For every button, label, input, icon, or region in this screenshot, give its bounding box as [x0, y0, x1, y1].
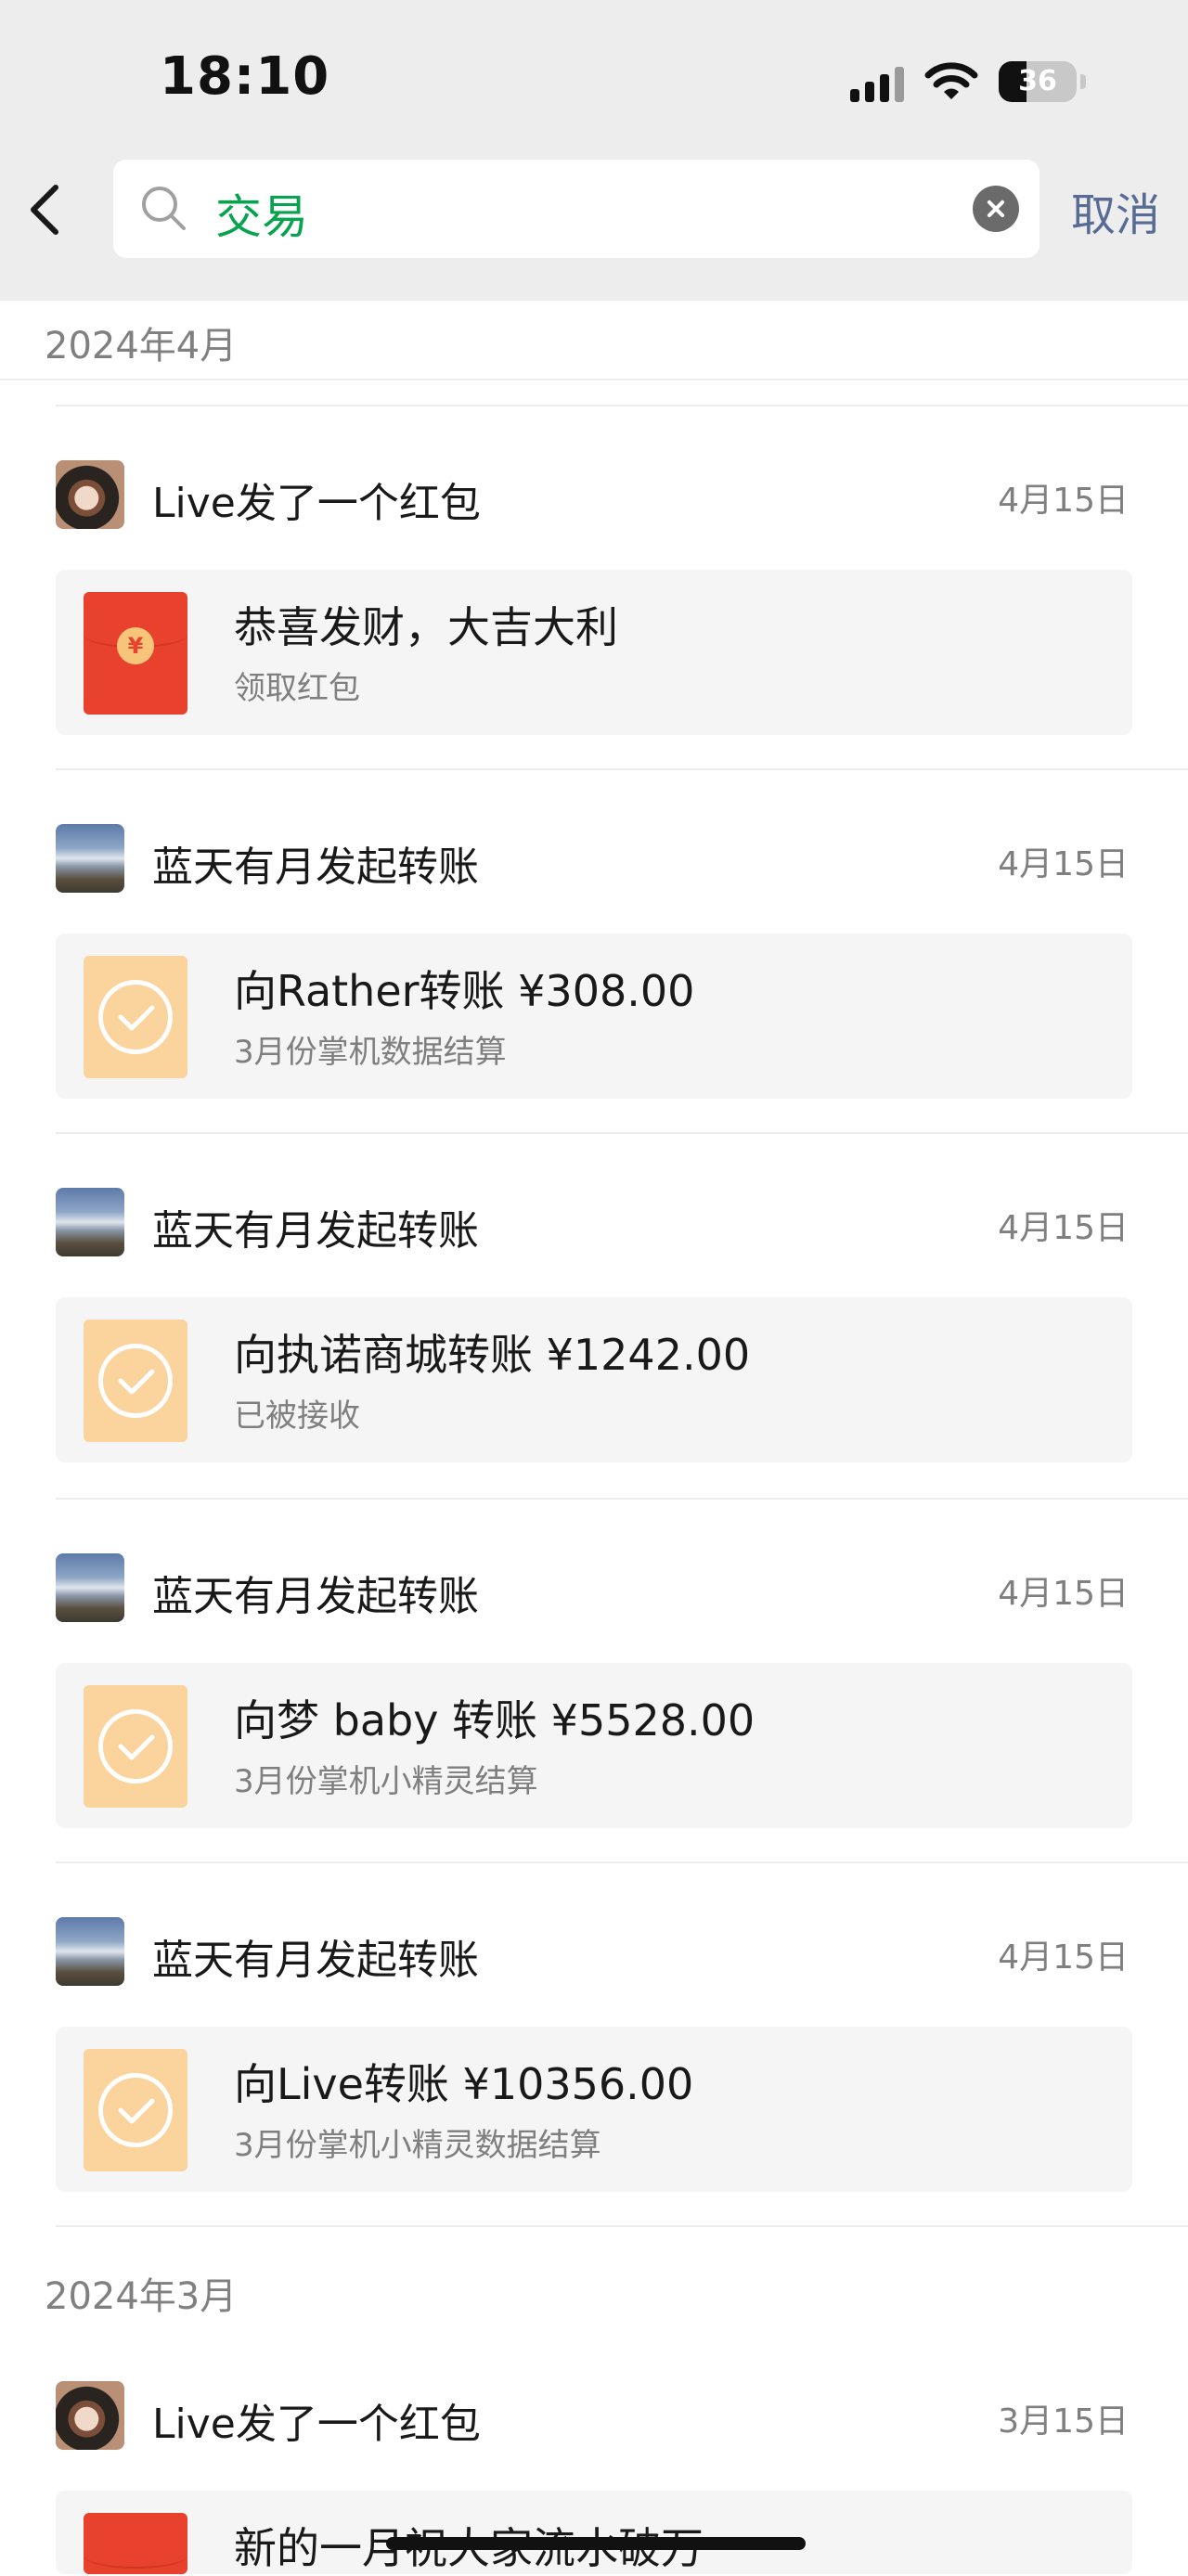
transfer-card[interactable]: 向执诺商城转账 ¥1242.00 已被接收 [56, 1297, 1132, 1462]
status-icons: 36 [850, 58, 1086, 106]
clear-search-icon[interactable] [973, 186, 1019, 232]
transfer-check-icon [84, 1685, 187, 1808]
transfer-check-icon [84, 956, 187, 1078]
transfer-check-icon [84, 2049, 187, 2171]
item-date: 4月15日 [998, 1938, 1129, 1977]
transfer-check-icon [84, 1320, 187, 1442]
red-packet-icon: ¥ [84, 592, 187, 715]
item-date: 4月15日 [998, 482, 1129, 520]
divider [56, 768, 1188, 770]
cancel-button[interactable]: 取消 [1071, 178, 1160, 243]
item-date: 4月15日 [998, 845, 1129, 883]
back-button[interactable] [22, 176, 67, 243]
item-date: 4月15日 [998, 1209, 1129, 1247]
search-query: 交易 [215, 190, 308, 244]
avatar [56, 1917, 124, 1986]
battery-percent: 36 [1018, 65, 1057, 97]
divider [56, 2225, 1188, 2227]
section-header: 2024年3月 [45, 2275, 238, 2318]
card-title: 向Live转账 ¥10356.00 [234, 2059, 694, 2109]
red-packet-card[interactable]: ¥ 恭喜发财，大吉大利 领取红包 [56, 570, 1132, 735]
card-title: 向Rather转账 ¥308.00 [234, 966, 695, 1016]
item-title: 蓝天有月发起转账 [152, 1573, 479, 1620]
cellular-signal-icon [850, 61, 904, 102]
card-title: 向梦 baby 转账 ¥5528.00 [234, 1695, 755, 1745]
top-bar: 18:10 36 交易 取消 [0, 0, 1188, 301]
red-packet-icon [84, 2513, 187, 2574]
card-subtitle: 领取红包 [234, 670, 360, 707]
item-title: Live发了一个红包 [152, 2401, 481, 2448]
avatar [56, 1553, 124, 1622]
item-date: 3月15日 [998, 2402, 1129, 2441]
transfer-card[interactable]: 向Rather转账 ¥308.00 3月份掌机数据结算 [56, 934, 1132, 1099]
item-title: 蓝天有月发起转账 [152, 1207, 479, 1255]
card-title: 恭喜发财，大吉大利 [234, 602, 618, 652]
card-subtitle: 3月份掌机小精灵数据结算 [234, 2127, 601, 2164]
avatar [56, 2381, 124, 2450]
battery-icon: 36 [999, 61, 1086, 102]
chevron-left-icon [31, 185, 58, 235]
divider [0, 379, 1188, 380]
item-title: 蓝天有月发起转账 [152, 844, 479, 891]
transfer-card[interactable]: 向Live转账 ¥10356.00 3月份掌机小精灵数据结算 [56, 2027, 1132, 2192]
item-date: 4月15日 [998, 1575, 1129, 1613]
divider [56, 1498, 1188, 1500]
section-header: 2024年4月 [45, 325, 238, 367]
divider [56, 405, 1188, 406]
item-title: Live发了一个红包 [152, 480, 481, 527]
search-icon [139, 184, 189, 238]
status-time: 18:10 [160, 46, 330, 107]
transfer-card[interactable]: 向梦 baby 转账 ¥5528.00 3月份掌机小精灵结算 [56, 1663, 1132, 1828]
avatar [56, 824, 124, 893]
red-packet-card[interactable]: 新的一月祝大家流水破万 [56, 2491, 1132, 2574]
card-subtitle: 3月份掌机数据结算 [234, 1034, 507, 1071]
card-subtitle: 3月份掌机小精灵结算 [234, 1763, 538, 1800]
wifi-icon [924, 61, 978, 102]
search-input[interactable]: 交易 [113, 160, 1040, 258]
item-title: 蓝天有月发起转账 [152, 1937, 479, 1984]
card-title: 向执诺商城转账 ¥1242.00 [234, 1330, 751, 1380]
divider [56, 1132, 1188, 1134]
avatar [56, 460, 124, 529]
card-subtitle: 已被接收 [234, 1397, 360, 1435]
avatar [56, 1188, 124, 1256]
divider [56, 1861, 1188, 1863]
home-indicator [386, 2537, 806, 2550]
